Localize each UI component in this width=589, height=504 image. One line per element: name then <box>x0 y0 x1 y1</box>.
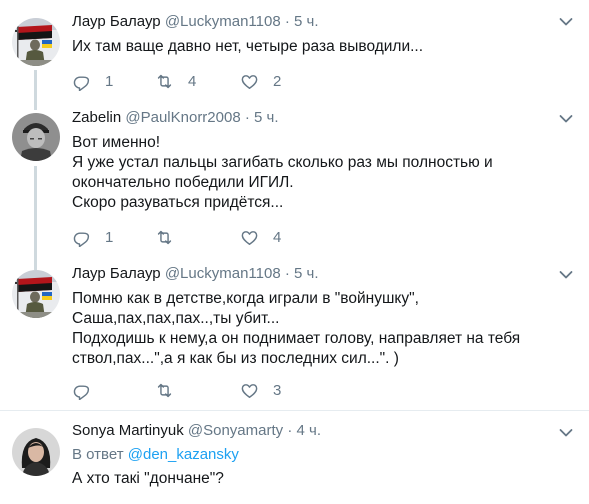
tweet-text: Вот именно! Я уже устал пальцы загибать … <box>72 133 549 213</box>
timestamp[interactable]: 5 ч. <box>294 265 319 282</box>
chevron-down-icon[interactable] <box>559 114 573 124</box>
avatar[interactable] <box>12 18 60 66</box>
tweet-header: Лаур Балаур @Luckyman1108 · 5 ч. <box>72 264 549 284</box>
timestamp[interactable]: 5 ч. <box>294 13 319 30</box>
separator-dot: · <box>287 422 293 439</box>
tweet-text-line: Подходишь к нему,а он поднимает голову, … <box>72 330 521 347</box>
reply-prefix: В ответ <box>72 446 124 463</box>
retweet-button[interactable] <box>155 381 188 400</box>
author-name[interactable]: Zabelin <box>72 109 121 126</box>
tweet-text: А хто такі "дончане"? <box>72 469 549 489</box>
tweet-header: Zabelin @PaulKnorr2008 · 5 ч. <box>72 108 549 128</box>
chevron-down-icon[interactable] <box>559 428 573 438</box>
tweet-text-line: А хто такі "дончане"? <box>72 470 224 487</box>
like-button[interactable]: 4 <box>240 228 281 247</box>
tweet-text-line: Вот именно! <box>72 134 161 151</box>
avatar[interactable] <box>12 113 60 161</box>
like-icon <box>240 228 259 247</box>
tweet-3[interactable]: Лаур Балаур @Luckyman1108 · 5 ч. Помню к… <box>0 260 589 410</box>
reply-button[interactable] <box>72 381 105 400</box>
tweet-2[interactable]: Zabelin @PaulKnorr2008 · 5 ч. Вот именно… <box>0 100 589 260</box>
tweet-4[interactable]: Sonya Martinyuk @Sonyamarty · 4 ч. В отв… <box>0 411 589 504</box>
like-icon <box>240 72 259 91</box>
author-handle[interactable]: @Luckyman1108 <box>165 265 281 282</box>
reply-mention-link[interactable]: @den_kazansky <box>128 446 239 463</box>
like-count: 2 <box>273 73 282 90</box>
retweet-button[interactable]: 4 <box>155 72 196 91</box>
tweet-1[interactable]: Лаур Балаур @Luckyman1108 · 5 ч. Их там … <box>0 0 589 100</box>
timestamp[interactable]: 4 ч. <box>297 422 322 439</box>
like-count: 3 <box>273 382 282 399</box>
tweet-text-line: окончательно победили ИГИЛ. <box>72 174 294 191</box>
reply-count: 1 <box>105 73 114 90</box>
retweet-button[interactable] <box>155 228 188 247</box>
separator-dot: · <box>244 109 250 126</box>
author-name[interactable]: Лаур Балаур <box>72 265 161 282</box>
like-button[interactable]: 2 <box>240 72 281 91</box>
tweet-text-line: Саша,пах,пах,пах..,ты убит... <box>72 310 280 327</box>
reply-count: 1 <box>105 229 114 246</box>
separator-dot: · <box>284 13 290 30</box>
tweet-header: Лаур Балаур @Luckyman1108 · 5 ч. <box>72 12 549 32</box>
tweet-text-line: Я уже устал пальцы загибать сколько раз … <box>72 154 493 171</box>
like-button[interactable]: 3 <box>240 381 281 400</box>
reply-icon <box>72 228 91 247</box>
tweet-text: Помню как в детстве,когда играли в "войн… <box>72 289 549 369</box>
reply-context: В ответ @den_kazansky <box>72 445 549 465</box>
retweet-icon <box>155 228 174 247</box>
author-name[interactable]: Лаур Балаур <box>72 13 161 30</box>
avatar[interactable] <box>12 428 60 476</box>
tweet-text-line: Скоро разуваться придётся... <box>72 194 284 211</box>
author-handle[interactable]: @Sonyamarty <box>188 422 283 439</box>
timestamp[interactable]: 5 ч. <box>254 109 279 126</box>
author-handle[interactable]: @PaulKnorr2008 <box>125 109 240 126</box>
thread-line <box>34 100 37 110</box>
thread-line <box>34 166 37 260</box>
retweet-icon <box>155 381 174 400</box>
reply-icon <box>72 381 91 400</box>
retweet-count: 4 <box>188 73 197 90</box>
thread-line <box>34 70 37 100</box>
reply-icon <box>72 72 91 91</box>
author-name[interactable]: Sonya Martinyuk <box>72 422 184 439</box>
author-handle[interactable]: @Luckyman1108 <box>165 13 281 30</box>
retweet-icon <box>155 72 174 91</box>
separator-dot: · <box>284 265 290 282</box>
tweet-header: Sonya Martinyuk @Sonyamarty · 4 ч. <box>72 421 549 441</box>
tweet-text: Их там ваще давно нет, четыре раза вывод… <box>72 37 549 57</box>
chevron-down-icon[interactable] <box>559 17 573 27</box>
like-count: 4 <box>273 229 282 246</box>
reply-button[interactable]: 1 <box>72 228 113 247</box>
avatar[interactable] <box>12 270 60 318</box>
reply-button[interactable]: 1 <box>72 72 113 91</box>
like-icon <box>240 381 259 400</box>
tweet-text-line: ствол,пах...",а я как бы из последних си… <box>72 350 399 367</box>
thread-line <box>34 260 37 270</box>
chevron-down-icon[interactable] <box>559 270 573 280</box>
tweet-text-line: Помню как в детстве,когда играли в "войн… <box>72 290 419 307</box>
tweet-text-line: Их там ваще давно нет, четыре раза вывод… <box>72 38 424 55</box>
